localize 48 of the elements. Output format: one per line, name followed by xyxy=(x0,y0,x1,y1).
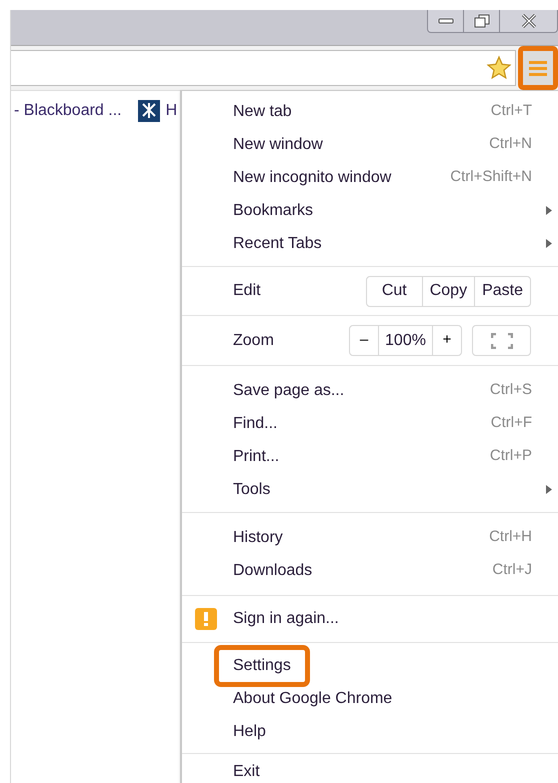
edit-button[interactable]: Cut xyxy=(366,276,422,306)
menu-icon xyxy=(528,58,548,78)
menu-item[interactable]: New tab xyxy=(233,100,292,124)
address-bar[interactable] xyxy=(11,50,516,86)
shortcut-text: Ctrl+F xyxy=(490,413,532,434)
zoom-level: 100% xyxy=(378,326,433,355)
bookmark-link[interactable]: H xyxy=(166,98,178,122)
menu-item[interactable]: Help xyxy=(233,720,266,744)
shortcut-text: Ctrl+P xyxy=(490,446,532,466)
bookmark-icon xyxy=(138,100,160,122)
close-icon xyxy=(520,14,536,28)
shortcut-text: Ctrl+J xyxy=(492,560,532,580)
shortcut-text: Ctrl+Shift+N xyxy=(450,167,532,188)
zoom-in-button[interactable]: + xyxy=(433,326,461,355)
fullscreen-button[interactable] xyxy=(472,325,531,356)
zoom-out-button[interactable]: – xyxy=(350,326,378,355)
menu-item[interactable]: Save page as... xyxy=(233,378,344,402)
menu-item[interactable]: Find... xyxy=(233,412,278,436)
submenu-arrow-icon xyxy=(546,485,552,494)
bookmark-link[interactable]: - Blackboard ... xyxy=(14,98,122,122)
menu-item[interactable]: New window xyxy=(233,132,323,156)
submenu-arrow-icon xyxy=(546,206,552,215)
submenu-arrow-icon xyxy=(546,239,552,248)
menu-item[interactable]: Recent Tabs xyxy=(233,232,322,256)
menu-item[interactable]: Downloads xyxy=(233,558,312,582)
menu-label: Zoom xyxy=(233,330,274,350)
menu-item[interactable]: Sign in again... xyxy=(233,607,339,631)
star-icon[interactable] xyxy=(486,55,512,81)
minimize-icon xyxy=(438,18,454,24)
edit-button[interactable]: Paste xyxy=(474,276,530,306)
menu-item[interactable]: Bookmarks xyxy=(233,198,314,222)
shortcut-text: Ctrl+H xyxy=(489,527,532,548)
shortcut-text: Ctrl+N xyxy=(489,134,532,154)
menu-item[interactable]: New incognito window xyxy=(233,166,392,190)
fullscreen-icon xyxy=(490,332,512,348)
menu-label: Edit xyxy=(233,281,261,301)
menu-item[interactable]: Exit xyxy=(233,760,260,783)
edit-button[interactable]: Copy xyxy=(422,276,474,306)
shortcut-text: Ctrl+S xyxy=(490,380,532,400)
menu-item[interactable]: Tools xyxy=(233,478,270,502)
menu-item[interactable]: Print... xyxy=(233,444,280,468)
menu-item[interactable]: Settings xyxy=(214,644,310,686)
menu-item[interactable]: About Google Chrome xyxy=(233,686,392,710)
shortcut-text: Ctrl+T xyxy=(490,101,532,122)
menu-item[interactable]: History xyxy=(233,526,283,550)
warning-icon xyxy=(195,608,217,630)
menu-button[interactable] xyxy=(518,46,558,90)
restore-icon xyxy=(474,14,490,28)
